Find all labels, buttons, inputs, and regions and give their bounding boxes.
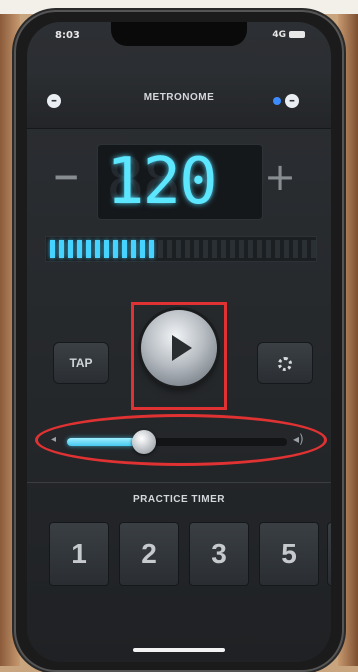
beat-cell — [68, 240, 73, 258]
beat-cell — [122, 240, 127, 258]
timer-button-1[interactable]: 1 — [49, 522, 109, 586]
status-time: 8:03 — [55, 30, 80, 41]
gear-icon — [278, 356, 292, 371]
beat-cell — [95, 240, 100, 258]
beat-cell — [248, 240, 253, 258]
play-highlight-box — [131, 302, 227, 410]
beat-cell — [59, 240, 64, 258]
beat-cell — [230, 240, 235, 258]
beat-cell — [221, 240, 226, 258]
beat-cell — [311, 240, 316, 258]
tempo-decrease-button[interactable]: − — [52, 160, 81, 194]
beat-cell — [131, 240, 136, 258]
divider — [27, 482, 331, 483]
beat-cell — [239, 240, 244, 258]
beat-cell — [50, 240, 55, 258]
beat-cell — [284, 240, 289, 258]
beat-cell — [275, 240, 280, 258]
beat-cell — [293, 240, 298, 258]
timer-button-5[interactable]: 5 — [259, 522, 319, 586]
home-indicator[interactable] — [133, 648, 225, 652]
timer-button-3[interactable]: 3 — [189, 522, 249, 586]
beat-cell — [266, 240, 271, 258]
beat-cell — [158, 240, 163, 258]
right-toggle-icon[interactable]: – — [285, 94, 299, 108]
beat-cell — [140, 240, 145, 258]
timer-button-2[interactable]: 2 — [119, 522, 179, 586]
beat-cell — [77, 240, 82, 258]
beat-cell — [203, 240, 208, 258]
status-dot-icon — [273, 97, 281, 105]
tempo-increase-button[interactable]: + — [264, 158, 296, 196]
slider-highlight-oval — [35, 414, 327, 466]
practice-timer-title: PRACTICE TIMER — [133, 494, 225, 505]
beat-cell — [257, 240, 262, 258]
tap-button[interactable]: TAP — [53, 342, 109, 384]
beat-cell — [86, 240, 91, 258]
settings-button[interactable] — [257, 342, 313, 384]
beat-cell — [176, 240, 181, 258]
beat-cell — [302, 240, 307, 258]
notch — [111, 22, 247, 46]
battery-icon — [289, 31, 305, 38]
beat-indicator — [45, 236, 317, 262]
beat-cell — [194, 240, 199, 258]
tempo-value: 120 — [106, 145, 218, 219]
status-network: 4G — [272, 30, 305, 40]
tempo-display: 888 120 — [97, 144, 263, 220]
beat-cell — [104, 240, 109, 258]
beat-cell — [167, 240, 172, 258]
timer-button-partial[interactable] — [327, 522, 331, 586]
network-label: 4G — [272, 30, 286, 40]
metronome-screen: 8:03 4G – METRONOME – − 888 120 + TAP ◂ … — [27, 22, 331, 662]
header-bar: – METRONOME – — [27, 74, 331, 129]
beat-cell — [113, 240, 118, 258]
beat-cell — [185, 240, 190, 258]
beat-cell — [212, 240, 217, 258]
beat-cell — [149, 240, 154, 258]
